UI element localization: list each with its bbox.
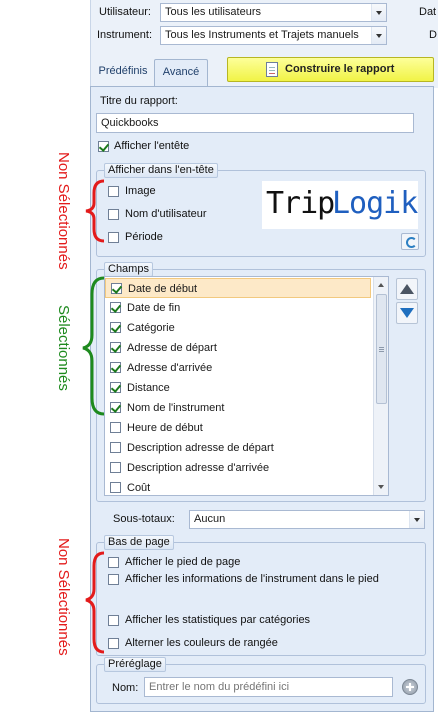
chevron-down-icon[interactable] <box>371 4 386 21</box>
list-item[interactable]: Description adresse de départ <box>105 438 371 458</box>
brace-selected <box>82 276 105 416</box>
field-label: Coût <box>127 482 151 494</box>
list-item[interactable]: Date de fin <box>105 298 371 318</box>
subtotals-value: Aucun <box>194 513 226 525</box>
logo-text-part1: Trip <box>266 186 335 221</box>
list-item[interactable]: Description adresse d'arrivée <box>105 458 371 478</box>
instrument-dropdown-value: Tous les Instruments et Trajets manuels <box>165 29 359 41</box>
field-checkbox[interactable] <box>110 362 121 373</box>
list-item[interactable]: Adresse de départ <box>105 338 371 358</box>
alternate-colors-label: Alterner les couleurs de rangée <box>125 637 278 649</box>
field-checkbox[interactable] <box>110 422 121 433</box>
image-label: Image <box>125 185 156 197</box>
user-dropdown[interactable]: Tous les utilisateurs <box>160 3 387 22</box>
field-label: Description adresse d'arrivée <box>127 462 270 474</box>
field-label: Catégorie <box>127 322 175 334</box>
field-checkbox[interactable] <box>110 342 121 353</box>
refresh-icon[interactable] <box>401 233 419 250</box>
field-checkbox[interactable] <box>110 462 121 473</box>
field-checkbox[interactable] <box>111 283 122 294</box>
logo-text-part2: Logik <box>332 186 418 221</box>
footer-group-title: Bas de page <box>104 535 174 550</box>
footer-label: Afficher le pied de page <box>125 556 241 568</box>
report-title-label: Titre du rapport: <box>100 95 178 107</box>
field-label: Distance <box>127 382 170 394</box>
field-label: Date de début <box>128 283 198 295</box>
build-report-label: Construire le rapport <box>285 63 395 75</box>
field-checkbox[interactable] <box>110 302 121 313</box>
list-item[interactable]: Coût <box>105 478 371 495</box>
scroll-up-icon[interactable] <box>374 277 388 292</box>
list-item[interactable]: Adresse d'arrivée <box>105 358 371 378</box>
field-checkbox[interactable] <box>110 322 121 333</box>
preset-group-title: Préréglage <box>104 657 166 672</box>
move-up-button[interactable] <box>396 278 418 300</box>
user-dropdown-value: Tous les utilisateurs <box>165 6 261 18</box>
field-label: Heure de début <box>127 422 203 434</box>
header-group-title: Afficher dans l'en-tête <box>104 163 218 178</box>
report-icon <box>266 62 278 77</box>
show-header-label: Afficher l'entête <box>114 140 190 152</box>
fields-scrollbar[interactable] <box>373 277 388 495</box>
fields-list[interactable]: Date de début Date de fin Catégorie Adre… <box>104 276 389 496</box>
field-label: Nom de l'instrument <box>127 402 225 414</box>
preset-name-label: Nom: <box>112 682 139 694</box>
instrument-dropdown[interactable]: Tous les Instruments et Trajets manuels <box>160 26 387 45</box>
report-title-input[interactable]: Quickbooks <box>96 113 414 133</box>
list-item[interactable]: Date de début <box>105 278 371 298</box>
brace-not-selected-bottom <box>85 551 105 654</box>
brace-not-selected-top <box>85 179 105 243</box>
subtotals-label: Sous-totaux: <box>113 513 175 525</box>
scroll-thumb[interactable] <box>376 294 387 404</box>
period-label: Période <box>125 231 163 243</box>
tab-avance[interactable]: Avancé <box>154 59 208 86</box>
preset-name-input[interactable] <box>144 677 393 697</box>
scroll-down-icon[interactable] <box>374 480 388 495</box>
field-checkbox[interactable] <box>110 482 121 493</box>
subtotals-dropdown[interactable]: Aucun <box>189 510 425 529</box>
field-checkbox[interactable] <box>110 402 121 413</box>
add-preset-icon[interactable] <box>402 679 418 695</box>
fields-group-title: Champs <box>104 262 153 277</box>
list-item[interactable]: Catégorie <box>105 318 371 338</box>
list-item[interactable]: Heure de début <box>105 418 371 438</box>
annotation-braces <box>82 179 105 654</box>
triplogik-logo: Trip Logik <box>262 181 418 229</box>
chevron-down-icon[interactable] <box>409 511 424 528</box>
field-checkbox[interactable] <box>110 442 121 453</box>
field-label: Adresse d'arrivée <box>127 362 213 374</box>
field-label: Adresse de départ <box>127 342 217 354</box>
field-checkbox[interactable] <box>110 382 121 393</box>
category-stats-label: Afficher les statistiques par catégories <box>125 614 311 626</box>
move-down-button[interactable] <box>396 302 418 324</box>
list-item[interactable]: Distance <box>105 378 371 398</box>
username-label: Nom d'utilisateur <box>125 208 207 220</box>
list-item[interactable]: Nom de l'instrument <box>105 398 371 418</box>
field-label: Description adresse de départ <box>127 442 274 454</box>
date-label-cut-2: D <box>429 29 437 41</box>
instrument-info-label: Afficher les informations de l'instrumen… <box>125 573 379 585</box>
date-label-cut: Dat <box>419 6 437 18</box>
field-label: Date de fin <box>127 302 181 314</box>
build-report-button[interactable]: Construire le rapport <box>227 57 434 82</box>
grip-icon <box>379 347 384 348</box>
chevron-down-icon[interactable] <box>371 27 386 44</box>
